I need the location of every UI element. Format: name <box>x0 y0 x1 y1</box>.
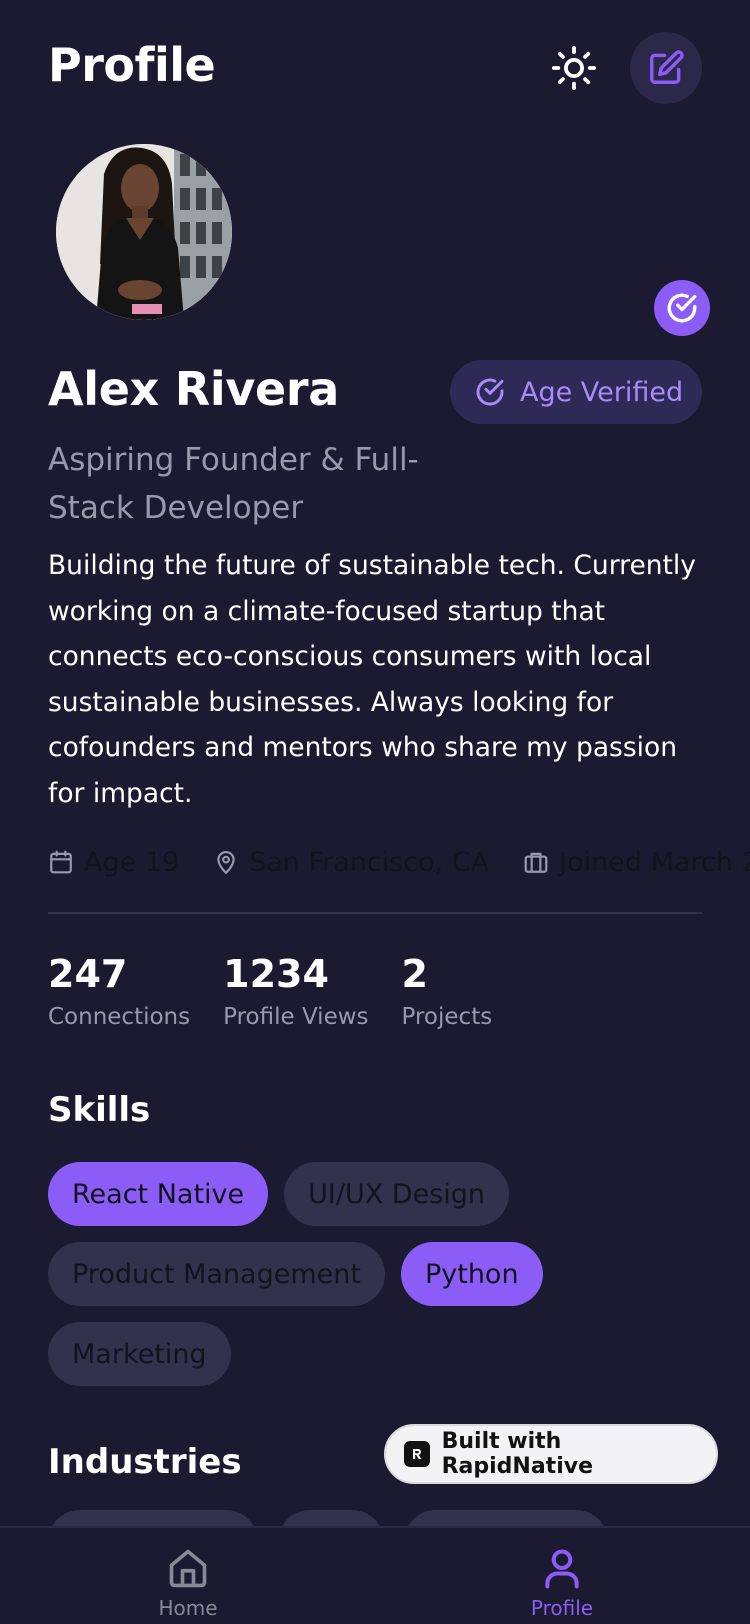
age-badge-label: Age Verified <box>520 376 684 408</box>
check-circle-icon <box>476 378 504 406</box>
briefcase-icon <box>524 852 548 873</box>
skill-chip-marketing[interactable]: Marketing <box>48 1322 231 1386</box>
meta-age-label: Age 19 <box>84 846 180 878</box>
theme-toggle-button[interactable] <box>548 42 600 94</box>
stat-connections[interactable]: 247 Connections <box>48 950 190 1030</box>
skill-chip-ui-ux-design[interactable]: UI/UX Design <box>284 1162 510 1226</box>
stat-profile-views[interactable]: 1234 Profile Views <box>223 950 368 1030</box>
meta-age: Age 19 <box>48 847 179 878</box>
stat-projects[interactable]: 2 Projects <box>402 950 493 1030</box>
edit-icon <box>650 50 684 84</box>
bottom-tab-bar: Home Profile <box>0 1526 750 1624</box>
stat-value: 247 <box>48 952 128 996</box>
industries-heading: Industries <box>48 1442 242 1482</box>
profile-meta-row: Age 19 San Francisco, CA Joined March 20… <box>48 840 750 884</box>
user-name: Alex Rivera <box>48 362 340 416</box>
built-with-badge[interactable]: Built with RapidNative <box>384 1424 718 1484</box>
rapidnative-logo-icon <box>404 1441 430 1467</box>
skills-list: React Native UI/UX Design Product Manage… <box>48 1162 708 1386</box>
divider <box>48 912 702 914</box>
skills-heading: Skills <box>48 1090 151 1130</box>
map-pin-icon <box>217 851 235 875</box>
skill-chip-react-native[interactable]: React Native <box>48 1162 269 1226</box>
tab-home[interactable]: Home <box>108 1546 268 1620</box>
stats-row: 247 Connections 1234 Profile Views 2 Pro… <box>48 950 525 1030</box>
built-with-label: Built with RapidNative <box>441 1429 593 1479</box>
tab-profile-label: Profile <box>530 1596 594 1620</box>
tab-home-label: Home <box>158 1596 218 1620</box>
avatar-photo <box>56 144 232 320</box>
profile-screen: Profile Alex Rivera Age Verified Aspirin… <box>0 0 750 1624</box>
meta-location: San Francisco, CA <box>213 847 489 878</box>
edit-profile-button[interactable] <box>630 32 702 104</box>
home-icon <box>169 1549 207 1588</box>
meta-joined: Joined March 2024 <box>523 847 750 878</box>
user-headline: Aspiring Founder & Full-Stack Developer <box>48 442 419 526</box>
stat-value: 1234 <box>223 952 329 996</box>
stat-value: 2 <box>401 952 428 996</box>
meta-location-label: San Francisco, CA <box>249 846 490 878</box>
skill-chip-product-management[interactable]: Product Management <box>48 1242 385 1306</box>
verified-check-badge <box>654 280 710 336</box>
tab-profile[interactable]: Profile <box>482 1546 642 1620</box>
avatar[interactable] <box>56 144 232 320</box>
meta-joined-label: Joined March 2024 <box>559 846 750 878</box>
stat-label: Projects <box>401 1004 493 1030</box>
age-verified-badge: Age Verified <box>450 360 702 424</box>
calendar-icon <box>50 850 72 874</box>
page-title: Profile <box>48 38 216 92</box>
user-icon <box>545 1549 579 1589</box>
stat-label: Connections <box>48 1004 191 1030</box>
user-bio: Building the future of sustainable tech.… <box>48 550 696 809</box>
skill-chip-python[interactable]: Python <box>400 1242 543 1306</box>
stat-label: Profile Views <box>223 1004 369 1030</box>
sun-icon <box>551 45 597 91</box>
check-circle-icon <box>667 293 697 323</box>
